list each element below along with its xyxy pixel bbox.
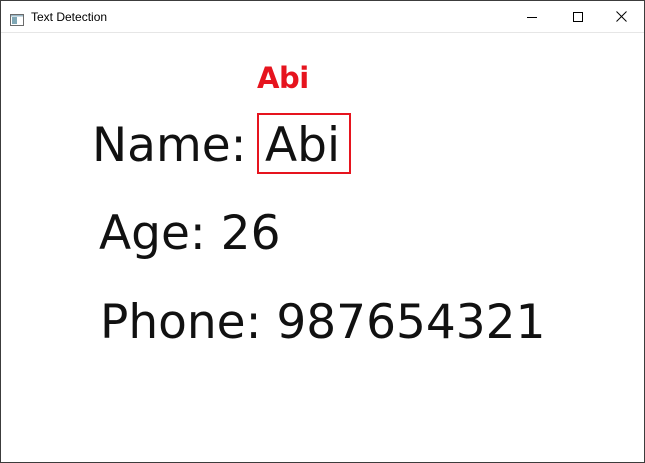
close-icon [615, 7, 627, 26]
image-canvas: Abi Name: Abi Age: 26 Phone: 987654321 [1, 33, 644, 462]
window-title: Text Detection [31, 10, 108, 24]
text-detection-window: Text Detection Abi Name: Abi Age: 26 Pho… [0, 0, 645, 463]
app-window-icon [10, 11, 24, 26]
phone-line: Phone: 987654321 [100, 295, 546, 350]
minimize-icon [527, 7, 537, 26]
minimize-button[interactable] [509, 1, 555, 32]
maximize-button[interactable] [555, 1, 601, 32]
close-button[interactable] [598, 1, 644, 32]
detection-bounding-box [257, 113, 351, 174]
title-bar[interactable]: Text Detection [1, 1, 644, 33]
maximize-icon [573, 7, 583, 26]
detected-text-label: Abi [257, 61, 309, 95]
name-label: Name: [92, 118, 247, 173]
age-line: Age: 26 [99, 206, 281, 261]
